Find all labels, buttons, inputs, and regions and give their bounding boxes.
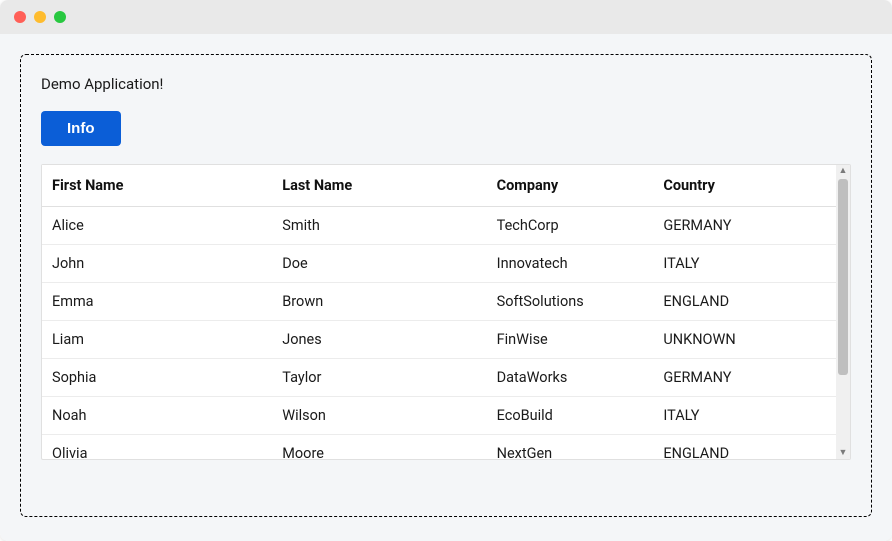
table-body: Alice Smith TechCorp GERMANY John Doe In… — [42, 207, 836, 460]
col-company[interactable]: Company — [487, 165, 654, 207]
content-panel: Demo Application! Info First Name Last N… — [20, 54, 872, 517]
cell-country: ITALY — [653, 245, 836, 283]
window-maximize-button[interactable] — [54, 11, 66, 23]
table-row[interactable]: Liam Jones FinWise UNKNOWN — [42, 321, 836, 359]
cell-first-name: John — [42, 245, 272, 283]
cell-country: ENGLAND — [653, 283, 836, 321]
cell-company: FinWise — [487, 321, 654, 359]
cell-company: DataWorks — [487, 359, 654, 397]
vertical-scrollbar[interactable]: ▲ ▼ — [836, 165, 850, 459]
window-close-button[interactable] — [14, 11, 26, 23]
scroll-up-icon[interactable]: ▲ — [836, 165, 850, 177]
cell-last-name: Brown — [272, 283, 486, 321]
cell-country: UNKNOWN — [653, 321, 836, 359]
window-titlebar — [0, 0, 892, 34]
col-country[interactable]: Country — [653, 165, 836, 207]
cell-country: GERMANY — [653, 207, 836, 245]
scroll-down-icon[interactable]: ▼ — [836, 447, 850, 459]
table-header-row: First Name Last Name Company Country — [42, 165, 836, 207]
app-window: Demo Application! Info First Name Last N… — [0, 0, 892, 541]
cell-first-name: Emma — [42, 283, 272, 321]
cell-last-name: Doe — [272, 245, 486, 283]
cell-last-name: Jones — [272, 321, 486, 359]
window-minimize-button[interactable] — [34, 11, 46, 23]
table-row[interactable]: Olivia Moore NextGen ENGLAND — [42, 435, 836, 460]
scrollbar-thumb[interactable] — [838, 179, 848, 375]
cell-first-name: Noah — [42, 397, 272, 435]
cell-last-name: Smith — [272, 207, 486, 245]
cell-first-name: Olivia — [42, 435, 272, 460]
cell-company: Innovatech — [487, 245, 654, 283]
cell-company: EcoBuild — [487, 397, 654, 435]
col-last-name[interactable]: Last Name — [272, 165, 486, 207]
cell-company: TechCorp — [487, 207, 654, 245]
cell-country: ENGLAND — [653, 435, 836, 460]
page-title: Demo Application! — [41, 75, 851, 93]
grid-viewport: First Name Last Name Company Country Ali… — [42, 165, 836, 459]
cell-last-name: Moore — [272, 435, 486, 460]
cell-first-name: Liam — [42, 321, 272, 359]
data-table: First Name Last Name Company Country Ali… — [42, 165, 836, 459]
cell-company: NextGen — [487, 435, 654, 460]
table-row[interactable]: Emma Brown SoftSolutions ENGLAND — [42, 283, 836, 321]
table-row[interactable]: Sophia Taylor DataWorks GERMANY — [42, 359, 836, 397]
table-row[interactable]: Alice Smith TechCorp GERMANY — [42, 207, 836, 245]
table-row[interactable]: John Doe Innovatech ITALY — [42, 245, 836, 283]
info-button[interactable]: Info — [41, 111, 121, 146]
page-body: Demo Application! Info First Name Last N… — [0, 34, 892, 541]
data-grid: First Name Last Name Company Country Ali… — [41, 164, 851, 460]
cell-country: GERMANY — [653, 359, 836, 397]
cell-last-name: Wilson — [272, 397, 486, 435]
cell-company: SoftSolutions — [487, 283, 654, 321]
cell-last-name: Taylor — [272, 359, 486, 397]
col-first-name[interactable]: First Name — [42, 165, 272, 207]
table-row[interactable]: Noah Wilson EcoBuild ITALY — [42, 397, 836, 435]
cell-country: ITALY — [653, 397, 836, 435]
cell-first-name: Sophia — [42, 359, 272, 397]
cell-first-name: Alice — [42, 207, 272, 245]
